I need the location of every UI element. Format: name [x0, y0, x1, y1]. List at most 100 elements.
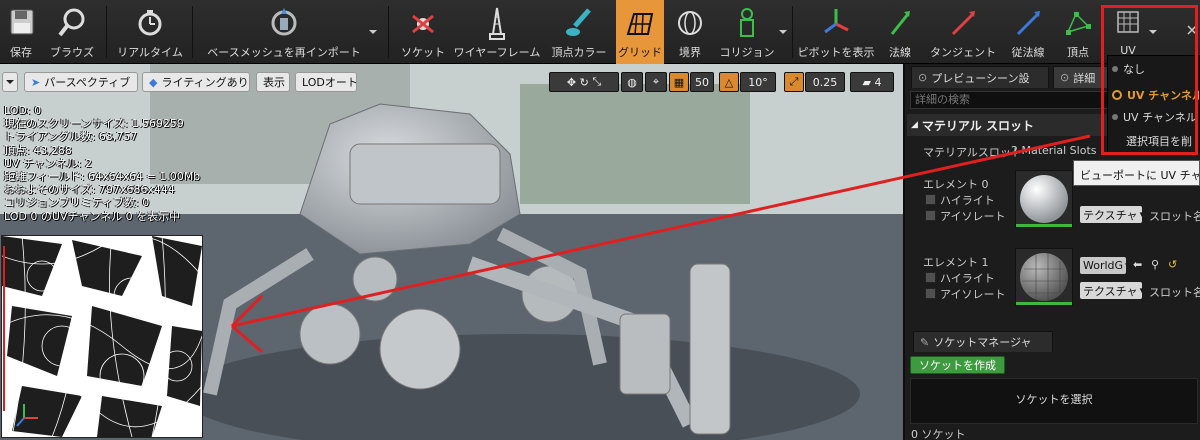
- toolbar: 保存 ブラウズ リアルタイム ベースメッシュを再インポート ソケット ワイヤーフ…: [0, 0, 1200, 64]
- tab-socket-manager[interactable]: ✎ ソケットマネージャ: [913, 331, 1053, 352]
- stat-line: LOD 0 のUVチャンネル 0 を表示中: [4, 209, 181, 223]
- lod-auto-button[interactable]: LODオート: [295, 72, 358, 92]
- bounds-toggle[interactable]: 境界: [670, 0, 710, 64]
- socket-icon: [412, 14, 434, 34]
- vertex-color-toggle[interactable]: 頂点カラー: [548, 0, 610, 64]
- socket-manager-header: ✎ ソケットマネージャ: [907, 330, 1200, 352]
- perspective-button[interactable]: ➤ パースペクティブ: [24, 72, 138, 92]
- checkbox[interactable]: [925, 272, 936, 283]
- tangents-toggle[interactable]: タンジェント: [928, 0, 998, 64]
- tab-preview-scene-settings[interactable]: ⊙ プレビューシーン設: [911, 66, 1049, 88]
- scale-snap-value[interactable]: 0.25: [805, 72, 845, 92]
- checkbox[interactable]: [925, 194, 936, 205]
- material-thumbnail[interactable]: [1015, 248, 1073, 306]
- wireframe-icon: [489, 7, 505, 40]
- material-slots-label: マテリアルスロット: [923, 146, 1022, 159]
- chevron-down-icon: ◢: [911, 120, 918, 130]
- pivot-icon: [824, 9, 849, 34]
- annotation-highlight-box: [1101, 5, 1198, 155]
- element-1-material-combo[interactable]: テクスチャ: [1080, 282, 1142, 299]
- element-1-isolate-checkbox[interactable]: アイソレート: [925, 286, 1005, 302]
- socket-select-hint: ソケットを選択: [1015, 393, 1093, 406]
- element-1-highlight-checkbox[interactable]: ハイライト: [925, 270, 995, 286]
- collision-toggle[interactable]: コリジョン: [716, 0, 778, 64]
- globe-icon: ◍: [627, 75, 637, 89]
- vertices-toggle[interactable]: 頂点: [1058, 0, 1098, 64]
- show-pivot-toggle[interactable]: ピボットを表示: [798, 0, 875, 64]
- rotation-snap-value[interactable]: 10°: [740, 72, 776, 92]
- viewport[interactable]: ➤ パースペクティブ ◆ ライティングあり 表示 LODオート ✥ ↻ ⤡ ◍ …: [0, 64, 903, 440]
- collision-icon: [740, 8, 754, 37]
- binormals-toggle[interactable]: 従法線: [1004, 0, 1052, 64]
- stat-line: 現在のスクリーンサイズ: 1.569259: [4, 117, 184, 131]
- stat-line: 頂点: 43,288: [4, 143, 72, 157]
- toolbar-separator: [388, 6, 389, 58]
- uv-wireframe: [2, 236, 202, 437]
- browse-button[interactable]: ブラウズ: [44, 0, 100, 64]
- camera-speed-button[interactable]: ▰ 4: [850, 72, 894, 92]
- stat-line: トライアングル数: 63,757: [4, 130, 138, 144]
- grid-snap-toggle[interactable]: ▦: [669, 72, 689, 92]
- socket-list[interactable]: ソケットを選択: [910, 378, 1198, 424]
- grid-toggle[interactable]: グリッド: [616, 0, 664, 64]
- wireframe-toggle[interactable]: ワイヤーフレーム: [452, 0, 542, 64]
- reset-icon[interactable]: ↺: [1168, 258, 1177, 271]
- material-sphere-icon: [1020, 253, 1068, 301]
- snap-icon: ⌖: [652, 75, 660, 88]
- rotate-icon[interactable]: ↻: [580, 76, 589, 89]
- details-search-input[interactable]: 詳細の検索: [910, 91, 1110, 109]
- bounds-icon: [678, 11, 702, 35]
- move-icon[interactable]: ✥: [567, 76, 576, 89]
- use-selected-arrow-icon[interactable]: ⬅: [1133, 258, 1142, 271]
- stat-line: LOD: 0: [4, 104, 42, 117]
- checkbox[interactable]: [925, 288, 936, 299]
- transform-tools[interactable]: ✥ ↻ ⤡: [549, 72, 619, 92]
- material-thumbnail[interactable]: [1015, 170, 1073, 228]
- material-slots-count: 2 Material Slots: [1011, 144, 1097, 157]
- element-0-isolate-checkbox[interactable]: アイソレート: [925, 208, 1005, 224]
- grid-snap-value[interactable]: 50: [690, 72, 714, 92]
- checkbox[interactable]: [925, 210, 936, 221]
- grid-snap-icon: ▦: [673, 75, 685, 89]
- surface-snap-toggle[interactable]: ⌖: [645, 72, 667, 92]
- scale-icon[interactable]: ⤡: [592, 75, 601, 89]
- slot-name-label: スロット名: [1149, 210, 1200, 223]
- show-button[interactable]: 表示: [256, 72, 290, 92]
- create-socket-button[interactable]: ソケットを作成: [910, 356, 1005, 374]
- reimport-base-mesh-button[interactable]: ベースメッシュを再インポート: [200, 0, 368, 64]
- browse-search-icon[interactable]: ⚲: [1151, 258, 1159, 271]
- chevron-down-icon[interactable]: [368, 28, 378, 36]
- stat-line: おおよそのサイズ: 797x686x444: [4, 183, 175, 197]
- save-icon: [10, 9, 34, 35]
- mesh-stats-overlay: LOD: 0 現在のスクリーンサイズ: 1.569259 トライアングル数: 6…: [4, 104, 200, 223]
- camera-speed-icon: ▰: [862, 75, 871, 89]
- search-icon: ⊙: [1060, 71, 1070, 84]
- save-button[interactable]: 保存: [4, 0, 38, 64]
- tangents-icon: [951, 11, 975, 36]
- stat-line: コリジョンプリミティブ数: 0: [4, 196, 150, 210]
- realtime-button[interactable]: リアルタイム: [114, 0, 186, 64]
- world-local-toggle[interactable]: ◍: [621, 72, 643, 92]
- lighting-mode-button[interactable]: ◆ ライティングあり: [142, 72, 250, 92]
- normals-toggle[interactable]: 法線: [882, 0, 918, 64]
- stat-line: 距離フィールド: 64x64x64 = 1.00Mb: [4, 170, 201, 184]
- toolbar-separator: [792, 6, 793, 58]
- search-icon: ⊙: [918, 71, 928, 84]
- vertices-icon: [1066, 12, 1091, 35]
- viewport-options-button[interactable]: [2, 72, 18, 92]
- realtime-icon: [138, 10, 162, 36]
- element-1-material-name-combo[interactable]: WorldG: [1080, 257, 1126, 274]
- camera-icon: ➤: [31, 75, 41, 89]
- uv-layout-overlay: [1, 235, 203, 438]
- material-bar: [1016, 224, 1072, 227]
- element-0-highlight-checkbox[interactable]: ハイライト: [925, 192, 995, 208]
- scale-snap-icon: ⤢: [789, 75, 799, 88]
- scale-snap-toggle[interactable]: ⤢: [784, 72, 804, 92]
- chevron-down-icon[interactable]: [778, 28, 788, 36]
- toolbar-separator: [106, 6, 107, 58]
- element-0-material-combo[interactable]: テクスチャ: [1080, 206, 1142, 223]
- reimport-icon: [271, 8, 297, 36]
- toolbar-separator: [192, 6, 193, 58]
- socket-toggle[interactable]: ソケット: [398, 0, 448, 64]
- rotation-snap-toggle[interactable]: △: [719, 72, 739, 92]
